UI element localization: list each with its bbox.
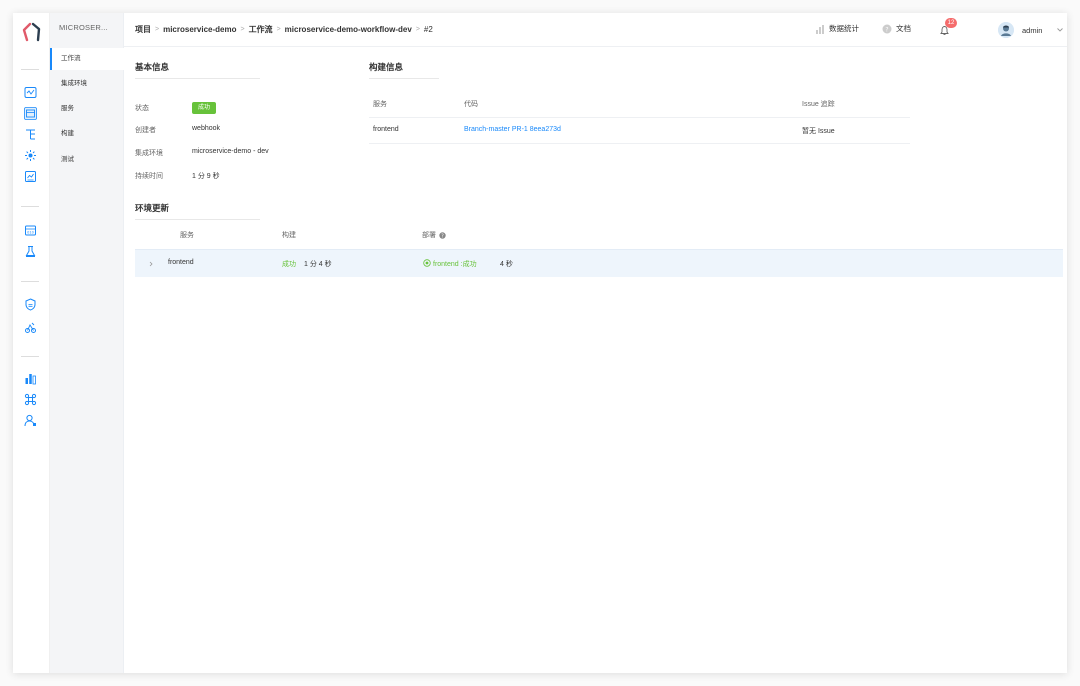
breadcrumb-workflow-section[interactable]: 工作流 <box>249 24 273 35</box>
build-col-code: 代码 <box>464 101 478 108</box>
project-name: MICROSER... <box>59 23 108 32</box>
top-header: 项目 > microservice-demo > 工作流 > microserv… <box>124 13 1067 47</box>
basic-info-title: 基本信息 <box>135 61 260 79</box>
env-col-service: 服务 <box>180 232 194 239</box>
breadcrumb-separator: > <box>415 26 420 33</box>
breadcrumb-separator: > <box>240 26 245 33</box>
table-row[interactable]: frontend 成功 1 分 4 秒 frontend :成功 4 秒 <box>135 249 1063 277</box>
env-row-service: frontend <box>168 259 194 266</box>
env-row-build-status[interactable]: 成功 <box>282 259 296 269</box>
env-col-build: 构建 <box>282 232 296 239</box>
env-row-deploy-time: 4 秒 <box>500 261 513 268</box>
env-col-deploy: 部署 ? <box>422 230 446 240</box>
sidebar-item-build[interactable]: 构建 <box>50 123 124 145</box>
rail-divider <box>21 356 39 357</box>
rail-divider <box>21 281 39 282</box>
env-label: 集成环境 <box>135 150 163 157</box>
service-icon[interactable] <box>24 128 37 141</box>
build-icon[interactable] <box>24 149 37 162</box>
pipeline-icon[interactable] <box>24 86 37 99</box>
user-icon[interactable] <box>24 414 37 427</box>
deploy-status-icon <box>423 259 431 267</box>
app-window: 010 MICROSER... 工作流 集成环境 服务 构建 测试 项目 > m… <box>13 13 1067 673</box>
docs-label: 文档 <box>896 24 911 33</box>
notification-badge: 12 <box>945 18 957 28</box>
build-row-service: frontend <box>373 126 399 133</box>
creator-value: webhook <box>192 125 221 132</box>
build-row-code-link[interactable]: Branch-master PR-1 8eea273d <box>464 126 561 133</box>
breadcrumb-workflow-name[interactable]: microservice-demo-workflow-dev <box>285 25 412 34</box>
env-row-deploy-status[interactable]: frontend :成功 <box>433 259 477 269</box>
avatar <box>998 22 1014 38</box>
build-row-issue: 暂无 Issue <box>802 128 835 135</box>
status-badge: 成功 <box>192 102 217 114</box>
chevron-down-icon <box>1057 28 1064 32</box>
breadcrumb-separator: > <box>276 26 281 33</box>
svg-text:010: 010 <box>27 231 34 235</box>
sidebar-item-workflow[interactable]: 工作流 <box>50 48 124 70</box>
table-divider <box>369 117 910 118</box>
breadcrumb-separator: > <box>155 26 160 33</box>
avatar-icon <box>998 22 1014 38</box>
chevron-right-icon[interactable] <box>148 261 154 267</box>
stats-label: 数据统计 <box>829 24 859 33</box>
env-value: microservice-demo - dev <box>192 148 269 155</box>
integration-icon[interactable] <box>24 393 37 406</box>
creator-label: 创建者 <box>135 127 156 134</box>
username: admin <box>1022 25 1043 35</box>
table-divider <box>369 143 910 144</box>
breadcrumb-project-name[interactable]: microservice-demo <box>163 25 236 34</box>
dashboard-icon[interactable] <box>24 372 37 385</box>
user-menu[interactable]: admin <box>998 22 1064 38</box>
docs-link[interactable]: ? 文档 <box>882 23 911 34</box>
duration-value: 1 分 9 秒 <box>192 173 220 180</box>
sidebar-item-test[interactable]: 测试 <box>50 149 124 171</box>
workflow-icon[interactable] <box>24 107 37 120</box>
breadcrumb-task-id: #2 <box>423 25 433 34</box>
icon-rail: 010 <box>13 13 50 673</box>
test-icon[interactable] <box>24 170 37 183</box>
security-icon[interactable] <box>24 298 37 311</box>
chart-icon <box>816 24 824 34</box>
svg-text:?: ? <box>885 26 888 33</box>
rail-divider <box>21 69 39 70</box>
duration-label: 持续时间 <box>135 173 163 180</box>
sidebar-item-environment[interactable]: 集成环境 <box>50 73 124 95</box>
main-content: 基本信息 状态 成功 创建者 webhook 集成环境 microservice… <box>124 47 1067 673</box>
build-info-title: 构建信息 <box>369 61 439 79</box>
help-icon[interactable]: ? <box>439 231 446 239</box>
help-icon: ? <box>882 24 892 33</box>
build-col-issue: Issue 追踪 <box>802 101 835 108</box>
project-sidebar: MICROSER... 工作流 集成环境 服务 构建 测试 <box>50 13 124 673</box>
fleet-icon[interactable] <box>24 321 37 334</box>
env-row-build-time: 1 分 4 秒 <box>304 261 332 268</box>
delivery-icon[interactable] <box>24 245 37 258</box>
stats-link[interactable]: 数据统计 <box>815 23 859 34</box>
svg-text:?: ? <box>441 233 444 239</box>
build-col-service: 服务 <box>373 101 387 108</box>
breadcrumb-project[interactable]: 项目 <box>135 24 151 35</box>
status-label: 状态 <box>135 105 149 112</box>
env-update-title: 环境更新 <box>135 202 260 220</box>
artifact-icon[interactable]: 010 <box>24 224 37 237</box>
logo-icon[interactable] <box>21 21 43 43</box>
sidebar-item-service[interactable]: 服务 <box>50 98 124 120</box>
env-col-deploy-label: 部署 <box>422 232 436 239</box>
rail-divider <box>21 206 39 207</box>
breadcrumb: 项目 > microservice-demo > 工作流 > microserv… <box>135 24 433 35</box>
